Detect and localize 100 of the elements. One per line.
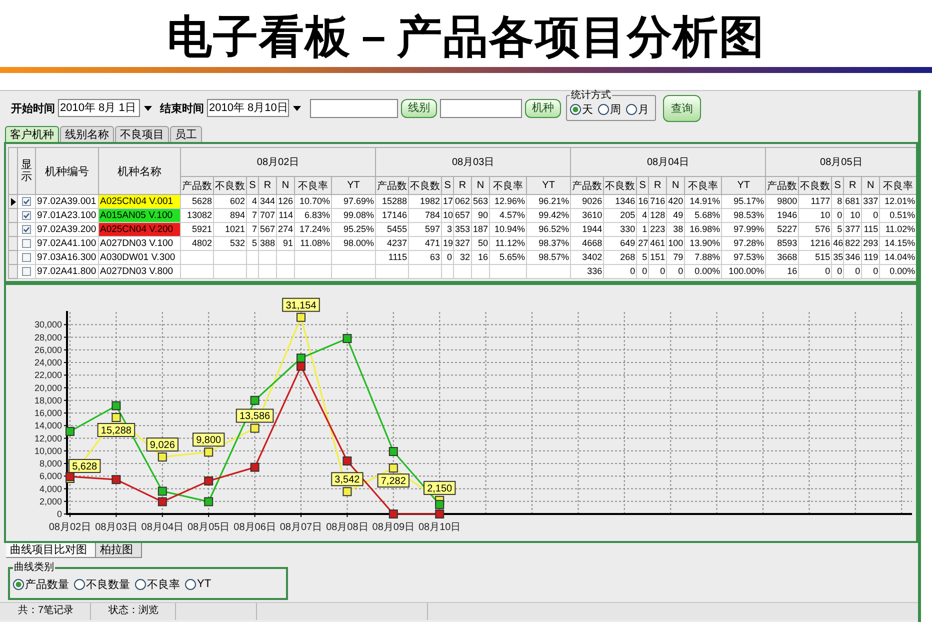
tab[interactable]: 员工	[170, 126, 202, 142]
x-tick-label: 08月08日	[326, 522, 368, 533]
column-header: YT	[526, 176, 571, 194]
page-title: 电子看板－产品各项目分析图	[167, 11, 765, 63]
tab[interactable]: 柏拉图	[96, 543, 142, 558]
y-tick-label: 0	[56, 509, 62, 519]
tab[interactable]: 不良项目	[115, 126, 169, 142]
table-cell: 4802	[180, 236, 214, 250]
input-field[interactable]	[440, 98, 522, 118]
radio-button[interactable]	[570, 104, 581, 115]
data-label: 3,542	[331, 472, 364, 486]
table-cell: 336	[570, 264, 604, 278]
data-point	[296, 362, 306, 371]
table-cell: 6.83%	[294, 208, 332, 222]
data-label: 3,542	[334, 474, 360, 486]
checkbox[interactable]	[22, 267, 31, 276]
tab[interactable]: 线别名称	[60, 126, 114, 142]
y-tick-label: 20,000	[34, 382, 62, 393]
row-indicator-cell[interactable]	[8, 222, 18, 236]
date-field[interactable]: 2010年 8月 1日	[58, 99, 140, 117]
row-indicator-cell[interactable]	[8, 236, 18, 250]
radio-label[interactable]: 不良数量	[86, 576, 130, 592]
filter-button[interactable]: 机种	[525, 98, 561, 118]
table-cell: 97.02A39.200	[36, 222, 98, 236]
table-cell: 98.57%	[526, 250, 571, 264]
table-cell: 16.98%	[684, 222, 722, 236]
radio-label[interactable]: 周	[610, 102, 621, 117]
data-label: 15,288	[97, 423, 136, 437]
row-indicator-cell[interactable]	[8, 250, 18, 264]
table-cell: 13.90%	[684, 236, 722, 250]
table-cell: 0	[798, 264, 832, 278]
table-cell: 11.12%	[490, 236, 527, 250]
group-label: 曲线类别	[13, 563, 55, 573]
table-cell: A027DN03 V.800	[98, 264, 180, 278]
checkbox[interactable]	[22, 225, 31, 234]
radio-button[interactable]	[135, 578, 146, 590]
data-label: 15,288	[100, 425, 132, 436]
radio-button[interactable]	[626, 104, 637, 115]
date-field[interactable]: 2010年 8月10日	[207, 99, 289, 117]
column-header: 机种编号	[36, 148, 98, 194]
x-tick-label: 08月04日	[141, 522, 184, 533]
table-cell: 97.53%	[722, 250, 766, 264]
date-header: 08月05日	[766, 148, 916, 176]
radio-label[interactable]: YT	[197, 578, 212, 590]
tab[interactable]: 曲线项目比对图	[6, 543, 96, 558]
radio-button[interactable]	[74, 578, 85, 590]
data-point	[250, 462, 260, 472]
checkbox[interactable]	[22, 211, 31, 220]
column-header: 不良数	[604, 176, 637, 194]
row-indicator-cell[interactable]	[8, 208, 18, 222]
x-tick-label: 08月07日	[280, 522, 322, 533]
table-cell: 532	[214, 236, 246, 250]
table-cell: 4.57%	[490, 208, 527, 222]
radio-button[interactable]	[185, 578, 196, 590]
checkbox[interactable]	[22, 253, 31, 262]
data-point	[112, 413, 121, 422]
filter-button[interactable]: 线别	[401, 98, 437, 118]
checkbox[interactable]	[22, 197, 31, 206]
table-cell: 3402	[570, 250, 604, 264]
table-cell: 784	[408, 208, 442, 222]
caret-icon[interactable]	[144, 106, 152, 110]
radio-label[interactable]: 不良率	[147, 576, 180, 592]
data-label: 5,628	[68, 458, 101, 473]
query-button[interactable]: 查询	[663, 94, 701, 122]
table-cell: 96.52%	[526, 222, 571, 236]
table-cell: 205	[604, 208, 637, 222]
table-cell: 97.03A16.300	[36, 250, 98, 264]
table-cell: A027DN03 V.100	[98, 236, 180, 250]
table-cell: 268	[604, 250, 637, 264]
column-header: 显示	[18, 148, 36, 194]
y-tick-label: 30,000	[34, 320, 62, 330]
data-point	[204, 448, 214, 457]
checkbox[interactable]	[22, 239, 31, 248]
table-cell: 0.51%	[880, 208, 916, 222]
data-point	[342, 487, 352, 496]
table-cell: 97.28%	[722, 236, 766, 250]
column-header: 不良率	[880, 176, 916, 194]
table-cell: 10.94%	[490, 222, 527, 236]
table-cell: 16	[766, 264, 799, 278]
table-cell: 9026	[570, 194, 604, 208]
caret-icon[interactable]	[293, 106, 301, 110]
column-header: 不良率	[684, 176, 722, 194]
radio-label[interactable]: 天	[582, 102, 593, 117]
radio-button[interactable]	[598, 104, 609, 115]
table-cell: 1982	[408, 194, 442, 208]
y-tick-label: 24,000	[34, 358, 62, 368]
table-cell: 11.08%	[294, 236, 332, 250]
tab[interactable]: 客户机种	[5, 126, 59, 142]
data-point	[250, 424, 260, 433]
row-indicator-cell[interactable]	[8, 194, 18, 208]
row-indicator-cell[interactable]	[8, 264, 18, 278]
table-cell: 5921	[180, 222, 214, 236]
table-cell: 13082	[180, 208, 214, 222]
column-header: 产品数	[766, 176, 799, 194]
radio-button[interactable]	[13, 578, 24, 590]
radio-label[interactable]: 月	[638, 102, 649, 117]
data-label: 31,154	[286, 300, 317, 312]
status-text: 共：7笔记录	[0, 603, 91, 620]
input-field[interactable]	[310, 98, 398, 118]
radio-label[interactable]: 产品数量	[25, 576, 69, 592]
